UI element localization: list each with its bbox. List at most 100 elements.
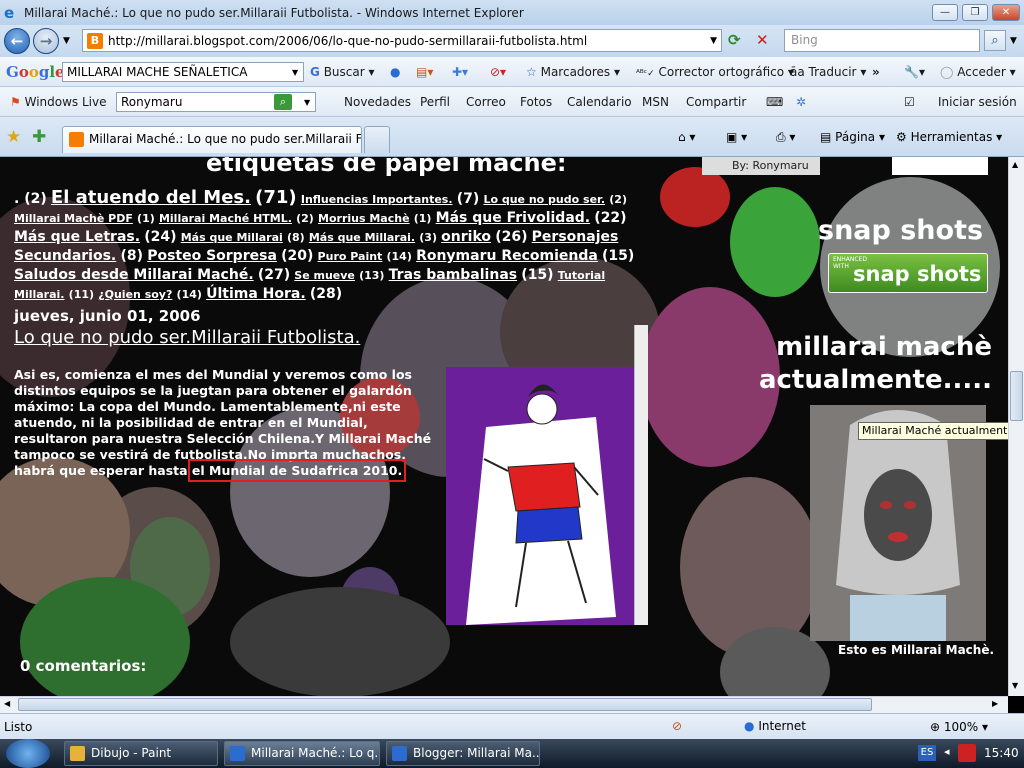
language-indicator[interactable]: ES [918,745,936,761]
label-link[interactable]: Lo que no pudo ser. [483,193,605,206]
live-item-compartir[interactable]: Compartir [686,95,746,109]
label-link[interactable]: Se mueve [294,269,355,282]
zoom-control[interactable]: ⊕ 100% ▾ [930,720,988,734]
horizontal-scrollbar[interactable]: ◀ ▶ [0,696,1008,713]
clock[interactable]: 15:40 [984,746,1019,760]
label-link[interactable]: Posteo Sorpresa [147,248,277,264]
label-link[interactable]: onriko [441,229,491,245]
traducir-button[interactable]: āa Traducir ▾ [790,65,866,79]
by-user-badge[interactable]: By: Ronymaru [702,157,820,175]
popup-blocker-icon[interactable]: ⊘▾ [490,65,506,79]
label-link[interactable]: Más que Letras. [14,229,140,245]
collage-doll-face [680,477,820,657]
windows-live-logo[interactable]: ⚑ Windows Live [10,95,106,109]
task-ie-millarai[interactable]: Millarai Maché.: Lo q... [224,741,380,766]
live-item-msn[interactable]: MSN [642,95,669,109]
label-link[interactable]: Puro Paint [318,250,383,263]
home-icon[interactable]: ⌂ ▾ [678,130,695,144]
pagina-menu[interactable]: ▤ Página ▾ [820,130,885,144]
keyboard-icon[interactable]: ⌨ [766,95,783,109]
internet-zone[interactable]: ● Internet [744,719,806,733]
address-bar[interactable]: B http://millarai.blogspot.com/2006/06/l… [82,29,722,52]
live-search-dropdown-icon[interactable]: ▼ [304,98,310,107]
scroll-left-icon[interactable]: ◀ [4,699,10,708]
task-ie-blogger[interactable]: Blogger: Millarai Ma... [386,741,540,766]
google-search-input[interactable]: MILLARAI MACHE SEÑALETICA [62,62,304,82]
comments-link[interactable]: 0 comentarios: [20,657,146,675]
label-count: (15) [602,248,635,264]
label-link[interactable]: Tras bambalinas [389,267,517,283]
more-chevron-icon[interactable]: » [872,65,880,79]
label-link[interactable]: Millarai Maché HTML. [159,212,292,225]
feeds-icon[interactable]: ▣ ▾ [726,130,747,144]
print-icon[interactable]: ⎙ ▾ [776,130,795,145]
label-link[interactable]: Millarai Machè PDF [14,212,133,225]
maximize-button[interactable]: ❐ [962,4,988,21]
label-link[interactable]: Morrius Machè [318,212,410,225]
address-dropdown-icon[interactable]: ▼ [710,36,717,46]
wrench-icon[interactable]: 🔧▾ [904,65,925,79]
live-item-perfil[interactable]: Perfil [420,95,450,109]
label-link[interactable]: Saludos desde Millarai Maché. [14,267,254,283]
scroll-right-icon[interactable]: ▶ [992,699,998,708]
vertical-scrollbar[interactable]: ▲ ▼ [1008,157,1024,696]
signin-button[interactable]: Iniciar sesión [938,95,1017,109]
label-link[interactable]: Más que Frivolidad. [436,210,590,226]
horizontal-scroll-thumb[interactable] [18,698,872,711]
label-link[interactable]: Influencias Importantes. [301,193,453,206]
globe-icon[interactable]: ● [390,65,400,79]
post-title[interactable]: Lo que no pudo ser.Millaraii Futbolista. [14,327,360,348]
futbolista-drawing [466,384,616,625]
google-search-dropdown-icon[interactable]: ▼ [292,68,298,77]
label-link[interactable]: Ronymaru Recomienda [416,248,598,264]
tab-active[interactable]: Millarai Maché.: Lo que no pudo ser.Mill… [62,126,362,153]
marcadores-button[interactable]: ☆ Marcadores ▾ [526,65,620,79]
post-inner-scrollbar[interactable] [634,325,648,625]
live-search-icon[interactable]: ⌕ [274,94,292,110]
checkbox-icon[interactable]: ☑ [904,95,915,109]
search-icon[interactable]: ⌕ [984,30,1006,51]
label-count: (2) [296,212,314,225]
plus-icon[interactable]: ✚▾ [452,65,468,79]
messenger-icon[interactable]: ✲ [796,95,806,109]
add-favorites-icon[interactable]: ✚ [32,127,46,147]
acceder-button[interactable]: ◯ Acceder ▾ [940,65,1016,79]
label-link[interactable]: Más que Millarai [181,231,283,244]
corrector-button[interactable]: ᴬᴮᶜ✓ Corrector ortográfico ▾ [636,65,794,79]
tray-arrow-icon[interactable]: ◂ [944,745,950,758]
task-paint[interactable]: Dibujo - Paint [64,741,218,766]
post-date: jueves, junio 01, 2006 [14,307,201,325]
label-link[interactable]: El atuendo del Mes. [51,187,251,208]
vertical-scroll-thumb[interactable] [1010,371,1023,421]
new-tab-button[interactable] [364,126,390,153]
gear-icon: ⚙ [896,130,907,144]
scroll-down-icon[interactable]: ▼ [1012,681,1018,690]
minimize-button[interactable]: — [932,4,958,21]
buscar-button[interactable]: G Buscar ▾ [310,65,375,79]
label-count: (15) [521,267,554,283]
pagerank-icon[interactable]: ▤▾ [416,65,433,79]
start-button[interactable] [6,739,50,768]
label-link[interactable]: Última Hora. [206,286,306,302]
close-button[interactable]: ✕ [992,4,1020,21]
forward-button[interactable]: → [33,28,59,54]
refresh-icon[interactable]: ⟳ [728,31,748,51]
scroll-up-icon[interactable]: ▲ [1012,160,1018,169]
live-item-novedades[interactable]: Novedades [344,95,411,109]
herramientas-menu[interactable]: ⚙ Herramientas ▾ [896,130,1002,144]
live-item-correo[interactable]: Correo [466,95,506,109]
stop-icon[interactable]: ✕ [756,31,776,51]
millarai-actual-photo[interactable] [810,405,986,641]
history-dropdown-icon[interactable]: ▼ [63,36,70,46]
search-input[interactable]: Bing [784,29,980,52]
favorites-star-icon[interactable]: ★ [6,127,21,147]
label-link[interactable]: ¿Quien soy? [98,288,172,301]
protected-mode-icon[interactable]: ⊘ [672,719,682,733]
antivirus-tray-icon[interactable] [958,744,976,762]
search-options-icon[interactable]: ▼ [1010,36,1017,46]
label-link[interactable]: Más que Millarai. [309,231,415,244]
back-button[interactable]: ← [4,28,30,54]
live-item-calendario[interactable]: Calendario [567,95,632,109]
live-item-fotos[interactable]: Fotos [520,95,552,109]
snap-shots-badge[interactable]: ENHANCED WITH snap shots [828,253,988,293]
